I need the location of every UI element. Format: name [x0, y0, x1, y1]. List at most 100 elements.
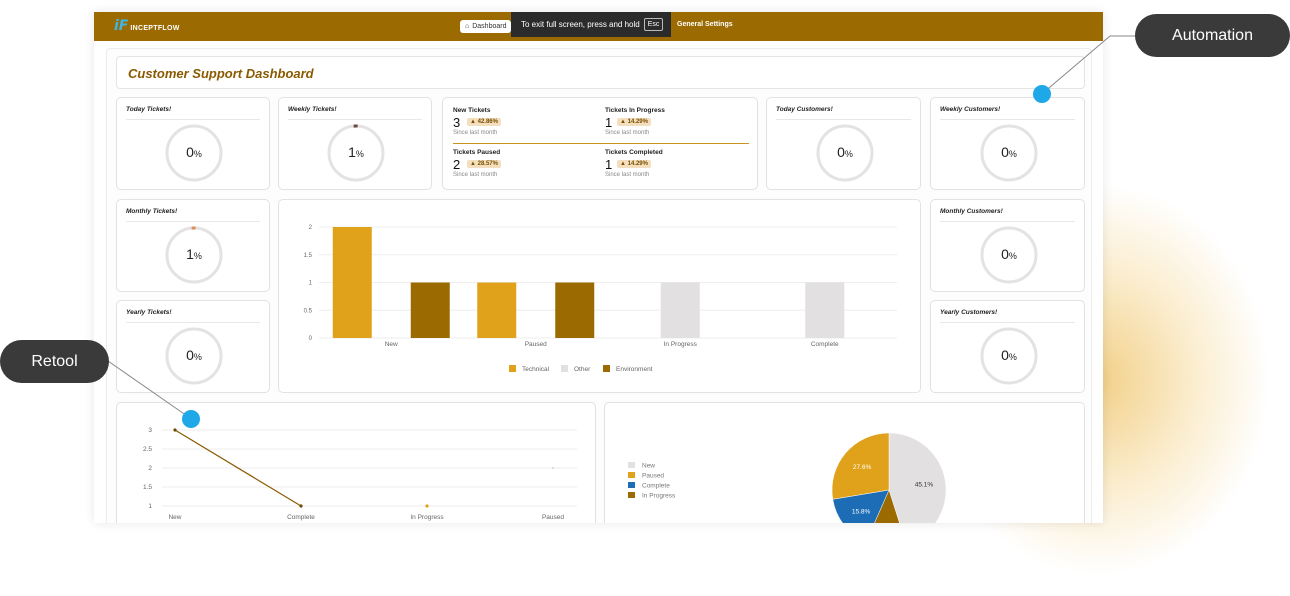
automation-marker-dot	[1033, 85, 1051, 103]
ring-value-number: 0	[186, 144, 194, 160]
ring-value: 1%	[164, 246, 224, 262]
pie-legend-swatch	[628, 492, 635, 498]
x-tick-label: New	[385, 341, 398, 348]
ring-value-unit: %	[193, 149, 202, 159]
ring-value-number: 0	[1001, 144, 1009, 160]
bar-environment-paused[interactable]	[555, 282, 595, 339]
x-tick-label: Complete	[287, 514, 315, 521]
pie-legend-label: Complete	[642, 483, 670, 490]
stat-change-paused-value: 28.57%	[477, 161, 498, 167]
stat-change-paused: ▲ 28.57%	[467, 160, 501, 168]
card-title: Monthly Customers!	[940, 208, 1003, 215]
card-title: Today Customers!	[776, 106, 833, 113]
page-title: Customer Support Dashboard	[128, 66, 314, 81]
stat-sub-new: Since last month	[453, 130, 498, 136]
card-divider	[126, 322, 260, 323]
ring-value-unit: %	[844, 149, 853, 159]
automation-callout-label: Automation	[1172, 26, 1253, 44]
ring-value: 0%	[164, 144, 224, 160]
stat-sub-paused: Since last month	[453, 172, 498, 178]
pie-legend-swatch	[628, 462, 635, 468]
stat-change-completed-value: 14.29%	[627, 161, 648, 167]
ring-value-unit: %	[1008, 251, 1017, 261]
pie-slice-label: 45.1%	[915, 482, 934, 489]
yearly-customers-card: Yearly Customers! 0%	[930, 300, 1085, 393]
pie-legend-swatch	[628, 482, 635, 488]
ring-value-number: 1	[348, 144, 356, 160]
x-tick-label: Paused	[542, 514, 564, 521]
today-tickets-card: Today Tickets! 0%	[116, 97, 270, 190]
today-customers-card: Today Customers! 0%	[766, 97, 921, 190]
legend-swatch-other	[561, 365, 568, 372]
stat-value-in-progress: 1	[605, 115, 613, 130]
monthly-tickets-card: Monthly Tickets! 1%	[116, 199, 270, 292]
pie-slice-new[interactable]	[888, 432, 947, 523]
y-tick-label: 2	[148, 465, 152, 472]
retool-callout-label: Retool	[31, 352, 78, 370]
bar-technical-new[interactable]	[332, 227, 372, 338]
pie-legend-label: New	[642, 463, 655, 470]
x-tick-label: Paused	[525, 341, 547, 348]
line-point-in-progress[interactable]	[425, 504, 429, 508]
card-title: Weekly Tickets!	[288, 106, 337, 113]
y-tick-label: 1	[148, 503, 152, 510]
legend-label-environment: Environment	[616, 366, 653, 373]
card-divider	[126, 119, 260, 120]
ring-value-unit: %	[1008, 352, 1017, 362]
x-tick-label: In Progress	[664, 341, 698, 348]
legend-swatch-environment	[603, 365, 610, 372]
bar-other-in-progress[interactable]	[660, 282, 700, 339]
line-point-paused[interactable]	[551, 466, 555, 470]
x-tick-label: In Progress	[410, 514, 444, 521]
ring-value-unit: %	[193, 251, 202, 261]
card-divider	[288, 119, 422, 120]
pie-slice-label: 15.8%	[852, 509, 871, 516]
line-point[interactable]	[173, 428, 177, 432]
stat-label-paused: Tickets Paused	[453, 149, 501, 156]
pie-legend-swatch	[628, 472, 635, 478]
stat-label-new: New Tickets	[453, 107, 491, 114]
pie-chart-card: 45.1% 11.5% 15.8% 27.6% New Paused Complete In …	[604, 402, 1085, 523]
card-divider	[940, 322, 1075, 323]
legend-swatch-technical	[509, 365, 516, 372]
y-tick-label: 2	[309, 225, 313, 231]
ticket-stats-card: New Tickets 3 ▲ 42.86% Since last month …	[442, 97, 758, 190]
ring-value-unit: %	[1008, 149, 1017, 159]
monthly-customers-card: Monthly Customers! 0%	[930, 199, 1085, 292]
ring-value-number: 0	[1001, 246, 1009, 262]
pie-legend-label: In Progress	[642, 493, 676, 500]
ring-value-number: 1	[186, 246, 194, 262]
stat-value-paused: 2	[453, 157, 461, 172]
y-tick-label: 0	[309, 336, 313, 342]
ring-value: 0%	[979, 144, 1039, 160]
card-title: Yearly Customers!	[940, 309, 998, 316]
weekly-tickets-card: Weekly Tickets! 1%	[278, 97, 432, 190]
bar-technical-paused[interactable]	[477, 282, 517, 339]
card-divider	[940, 221, 1075, 222]
pie-chart: 45.1% 11.5% 15.8% 27.6% New Paused Complete In …	[628, 432, 947, 523]
stat-label-completed: Tickets Completed	[605, 149, 663, 156]
bar-other-complete[interactable]	[805, 282, 845, 339]
card-title: Weekly Customers!	[940, 106, 1001, 113]
automation-callout: Automation	[1135, 14, 1290, 57]
pie-slice-label: 27.6%	[853, 464, 872, 471]
card-title: Monthly Tickets!	[126, 208, 178, 215]
stat-change-in-progress: ▲ 14.29%	[617, 118, 651, 126]
ring-value: 0%	[164, 347, 224, 363]
bar-chart: 0 0.5 1 1.5 2 New Paused In Progress Complete Tec…	[304, 225, 897, 373]
ring-value: 0%	[979, 246, 1039, 262]
stat-sub-in-progress: Since last month	[605, 130, 650, 136]
y-tick-label: 3	[148, 427, 152, 434]
card-divider	[940, 119, 1075, 120]
stat-value-completed: 1	[605, 157, 613, 172]
ring-value: 0%	[979, 347, 1039, 363]
retool-callout: Retool	[0, 340, 109, 383]
stat-value-new: 3	[453, 115, 461, 130]
ring-value-number: 0	[1001, 347, 1009, 363]
x-tick-label: Complete	[811, 341, 839, 348]
pie-legend-label: Paused	[642, 473, 664, 480]
line-point[interactable]	[299, 504, 303, 508]
stat-change-in-progress-value: 14.29%	[627, 119, 648, 125]
bar-environment-new[interactable]	[410, 282, 450, 339]
y-tick-label: 1	[309, 281, 313, 287]
